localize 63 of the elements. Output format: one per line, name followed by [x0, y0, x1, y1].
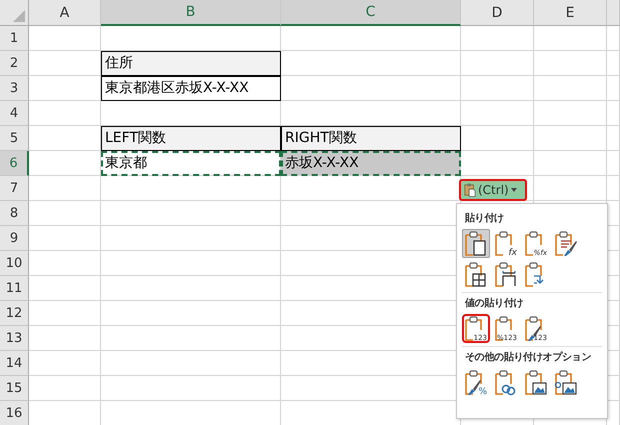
- clipboard-icon: [494, 370, 518, 396]
- table-cell: [607, 51, 620, 76]
- column-header[interactable]: E: [534, 0, 607, 26]
- paste-option-button[interactable]: [462, 229, 490, 258]
- row-header[interactable]: 7: [0, 176, 29, 201]
- section-title: その他の貼り付けオプション: [465, 350, 592, 364]
- table-cell: [29, 251, 101, 276]
- section-title: 貼り付け: [465, 212, 504, 225]
- paste-option-button[interactable]: [552, 229, 580, 258]
- row-header[interactable]: 8: [0, 201, 29, 226]
- table-cell: [29, 326, 101, 351]
- row-header[interactable]: 15: [0, 376, 29, 401]
- row-header[interactable]: 2: [0, 51, 29, 76]
- table-cell: [607, 76, 620, 101]
- row-header[interactable]: 13: [0, 326, 29, 351]
- table-cell: [607, 176, 620, 201]
- table-cell: RIGHT関数: [281, 126, 461, 151]
- clipboard-icon: [554, 230, 578, 256]
- caret-icon: [510, 188, 517, 192]
- row-header[interactable]: 5: [0, 126, 29, 151]
- table-cell: [29, 276, 101, 301]
- row-header[interactable]: 4: [0, 101, 29, 126]
- table-cell: [29, 26, 101, 51]
- table-cell: [29, 76, 101, 101]
- clipboard-icon: [494, 262, 518, 288]
- paste-options-button[interactable]: (Ctrl): [459, 179, 527, 201]
- table-cell: [29, 351, 101, 376]
- triangle-icon: [13, 10, 25, 22]
- column-header[interactable]: C: [281, 0, 461, 26]
- column-header[interactable]: A: [29, 0, 101, 26]
- row-header[interactable]: 12: [0, 301, 29, 326]
- column-header[interactable]: B: [101, 0, 281, 26]
- section-title: 値の貼り付け: [465, 296, 524, 310]
- table-cell: [607, 26, 620, 51]
- clipboard-icon: [524, 370, 548, 396]
- table-cell: [29, 301, 101, 326]
- row-header[interactable]: 10: [0, 251, 29, 276]
- table-cell: [29, 101, 101, 126]
- table-cell: 赤坂X-X-XX: [281, 151, 461, 176]
- clipboard-icon: [464, 262, 488, 288]
- table-cell: [607, 126, 620, 151]
- row-header[interactable]: 16: [0, 401, 29, 425]
- clipboard-icon: [464, 230, 488, 256]
- clipboard-icon: [464, 183, 476, 197]
- row-header[interactable]: 1: [0, 26, 29, 51]
- row-header[interactable]: 14: [0, 351, 29, 376]
- row-header[interactable]: 11: [0, 276, 29, 301]
- table-cell: 東京都: [101, 151, 281, 176]
- table-cell: [29, 201, 101, 226]
- table-cell: [607, 151, 620, 176]
- table-cell: 住所: [101, 51, 281, 76]
- row-header[interactable]: 3: [0, 76, 29, 101]
- clipboard-icon: [554, 370, 578, 396]
- table-cell: [607, 101, 620, 126]
- row-header[interactable]: 6: [0, 151, 29, 176]
- table-cell: [29, 151, 101, 176]
- table-cell: [29, 376, 101, 401]
- table-cell: [29, 226, 101, 251]
- table-cell: 東京都港区赤坂X-X-XX: [101, 76, 281, 101]
- column-header[interactable]: D: [461, 0, 534, 26]
- row-header[interactable]: 9: [0, 226, 29, 251]
- table-cell: LEFT関数: [101, 126, 281, 151]
- table-cell: [29, 176, 101, 201]
